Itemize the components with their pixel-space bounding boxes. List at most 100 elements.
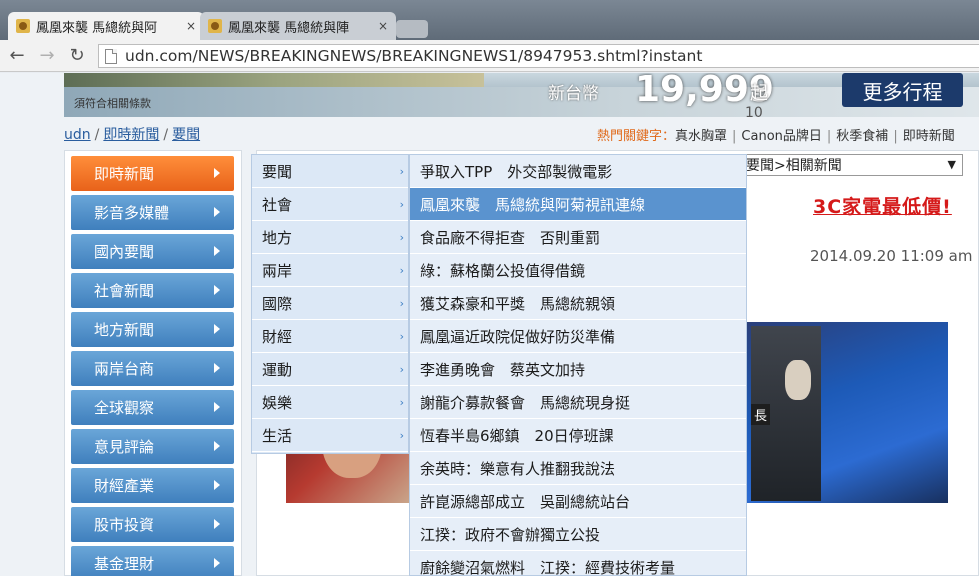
chevron-right-icon: › — [399, 165, 404, 178]
keyword-separator: | — [893, 129, 898, 144]
browser-toolbar: ← → ↻ udn.com/NEWS/BREAKINGNEWS/BREAKING… — [0, 40, 979, 72]
news-dropdown-menu: 要聞 › 社會 › 地方 › 兩岸 › 國際 › 財經 › 運動 › 娛樂 › 生活 › 爭取入T… — [251, 154, 747, 576]
nav-item-label: 國內要聞 — [94, 243, 155, 261]
headline-link[interactable]: 恆春半島6鄉鎮 20日停班課 — [410, 419, 746, 452]
menu-category-label: 地方 — [262, 228, 293, 247]
chevron-right-icon: › — [399, 429, 404, 442]
breadcrumb-link[interactable]: 要聞 — [172, 127, 200, 143]
headline-link[interactable]: 李進勇晚會 蔡英文加持 — [410, 353, 746, 386]
arrow-right-icon — [214, 363, 220, 373]
hot-keyword-link[interactable]: 即時新聞 — [903, 129, 955, 144]
tab-inactive[interactable]: 鳳凰來襲 馬總統與陣 × — [200, 12, 396, 40]
arrow-right-icon — [214, 285, 220, 295]
breadcrumb-link[interactable]: 即時新聞 — [103, 127, 159, 143]
related-news-select[interactable]: 要聞>相關新聞 ▼ — [742, 154, 963, 176]
tab-title: 鳳凰來襲 馬總統與阿 — [36, 20, 158, 36]
menu-category-label: 財經 — [262, 327, 293, 346]
tab-close-icon[interactable]: × — [186, 19, 196, 33]
promo-link[interactable]: 3C家電最低價! — [813, 192, 952, 219]
breadcrumb: udn / 即時新聞 / 要聞 — [64, 124, 200, 144]
back-arrow-icon[interactable]: ← — [4, 43, 30, 69]
menu-category[interactable]: 生活 › — [252, 419, 408, 452]
nav-item-society[interactable]: 社會新聞 — [71, 273, 234, 308]
headline-link[interactable]: 食品廠不得拒查 否則重罰 — [410, 221, 746, 254]
nav-item-cross-strait[interactable]: 兩岸台商 — [71, 351, 234, 386]
headline-link[interactable]: 余英時：樂意有人推翻我說法 — [410, 452, 746, 485]
browser-tab-strip: 鳳凰來襲 馬總統與阿 × 鳳凰來襲 馬總統與陣 × — [0, 0, 979, 40]
nav-item-breaking-news[interactable]: 即時新聞 — [71, 156, 234, 191]
headline-link[interactable]: 廚餘變沼氣燃料 江揆：經費技術考量 — [410, 551, 746, 576]
tab-active[interactable]: 鳳凰來襲 馬總統與阿 × — [8, 12, 204, 40]
address-bar[interactable]: udn.com/NEWS/BREAKINGNEWS/BREAKINGNEWS1/… — [98, 44, 979, 68]
related-news-select-value: 要聞>相關新聞 — [746, 158, 842, 174]
ad-banner[interactable]: 須符合相關條款 新台幣 19,999 起 更多行程 — [64, 73, 979, 117]
chevron-right-icon: › — [399, 363, 404, 376]
menu-category[interactable]: 財經 › — [252, 320, 408, 353]
breadcrumb-link[interactable]: udn — [64, 127, 91, 143]
arrow-right-icon — [214, 168, 220, 178]
article-timestamp: 2014.09.20 11:09 am — [810, 247, 973, 265]
menu-category[interactable]: 要聞 › — [252, 155, 408, 188]
site-favicon-icon — [208, 19, 222, 33]
nav-item-global[interactable]: 全球觀察 — [71, 390, 234, 425]
hot-keyword-link[interactable]: Canon品牌日 — [741, 129, 821, 144]
headline-link-highlighted[interactable]: 鳳凰來襲 馬總統與阿菊視訊連線 — [410, 188, 746, 221]
menu-category[interactable]: 娛樂 › — [252, 386, 408, 419]
hot-keyword-link[interactable]: 真水胸罩 — [675, 129, 727, 144]
nav-item-label: 地方新聞 — [94, 321, 155, 339]
headline-link[interactable]: 綠：蘇格蘭公投值得借鏡 — [410, 254, 746, 287]
breadcrumb-separator: / — [94, 127, 100, 143]
menu-category-label: 兩岸 — [262, 261, 293, 280]
menu-headlines: 爭取入TPP 外交部製微電影 鳳凰來襲 馬總統與阿菊視訊連線 食品廠不得拒查 否… — [409, 154, 747, 576]
chevron-right-icon: › — [399, 231, 404, 244]
arrow-right-icon — [214, 441, 220, 451]
article-photo-2[interactable]: 長 — [745, 322, 948, 503]
menu-category-label: 娛樂 — [262, 393, 293, 412]
menu-category[interactable]: 國際 › — [252, 287, 408, 320]
arrow-right-icon — [214, 558, 220, 568]
nav-item-finance-industry[interactable]: 財經產業 — [71, 468, 234, 503]
headline-link[interactable]: 鳳凰逼近政院促做好防災準備 — [410, 320, 746, 353]
nav-item-opinion[interactable]: 意見評論 — [71, 429, 234, 464]
reload-icon[interactable]: ↻ — [64, 43, 90, 69]
tab-close-icon[interactable]: × — [378, 19, 388, 33]
hot-keyword-link[interactable]: 秋季食補 — [836, 129, 888, 144]
new-tab-button[interactable] — [396, 20, 428, 38]
nav-item-multimedia[interactable]: 影音多媒體 — [71, 195, 234, 230]
dropdown-triangle-icon: ▼ — [947, 158, 956, 171]
menu-category[interactable]: 社會 › — [252, 188, 408, 221]
forward-arrow-icon[interactable]: → — [34, 43, 60, 69]
menu-category[interactable]: 兩岸 › — [252, 254, 408, 287]
nav-item-stocks[interactable]: 股市投資 — [71, 507, 234, 542]
more-trips-button[interactable]: 更多行程 — [842, 73, 963, 107]
photo-person — [785, 360, 811, 400]
banner-price-label: 新台幣 — [548, 84, 599, 104]
arrow-right-icon — [214, 480, 220, 490]
chevron-right-icon: › — [399, 396, 404, 409]
tab-title: 鳳凰來襲 馬總統與陣 — [228, 20, 350, 36]
arrow-right-icon — [214, 519, 220, 529]
nav-item-label: 即時新聞 — [94, 165, 155, 183]
banner-land — [64, 73, 484, 87]
nav-item-domestic[interactable]: 國內要聞 — [71, 234, 234, 269]
banner-note: 須符合相關條款 — [74, 97, 151, 110]
menu-category[interactable]: 地方 › — [252, 221, 408, 254]
menu-category[interactable]: 運動 › — [252, 353, 408, 386]
chevron-right-icon: › — [399, 297, 404, 310]
page-icon — [105, 48, 117, 64]
left-nav: 即時新聞 影音多媒體 國內要聞 社會新聞 地方新聞 兩岸台商 全球觀察 意見評論… — [64, 150, 242, 576]
menu-categories: 要聞 › 社會 › 地方 › 兩岸 › 國際 › 財經 › 運動 › 娛樂 › 生活 › — [251, 154, 409, 454]
headline-link[interactable]: 江揆：政府不會辦獨立公投 — [410, 518, 746, 551]
headline-link[interactable]: 爭取入TPP 外交部製微電影 — [410, 155, 746, 188]
headline-link[interactable]: 許崑源總部成立 吳副總統站台 — [410, 485, 746, 518]
headline-link[interactable]: 獲艾森豪和平獎 馬總統親領 — [410, 287, 746, 320]
nav-item-local[interactable]: 地方新聞 — [71, 312, 234, 347]
keyword-separator: | — [826, 129, 832, 144]
nav-item-funds[interactable]: 基金理財 — [71, 546, 234, 576]
headline-link[interactable]: 謝龍介募款餐會 馬總統現身挺 — [410, 386, 746, 419]
menu-category-label: 運動 — [262, 360, 293, 379]
menu-category-label: 生活 — [262, 426, 293, 445]
chevron-right-icon: › — [399, 264, 404, 277]
arrow-right-icon — [214, 402, 220, 412]
chevron-right-icon: › — [399, 198, 404, 211]
